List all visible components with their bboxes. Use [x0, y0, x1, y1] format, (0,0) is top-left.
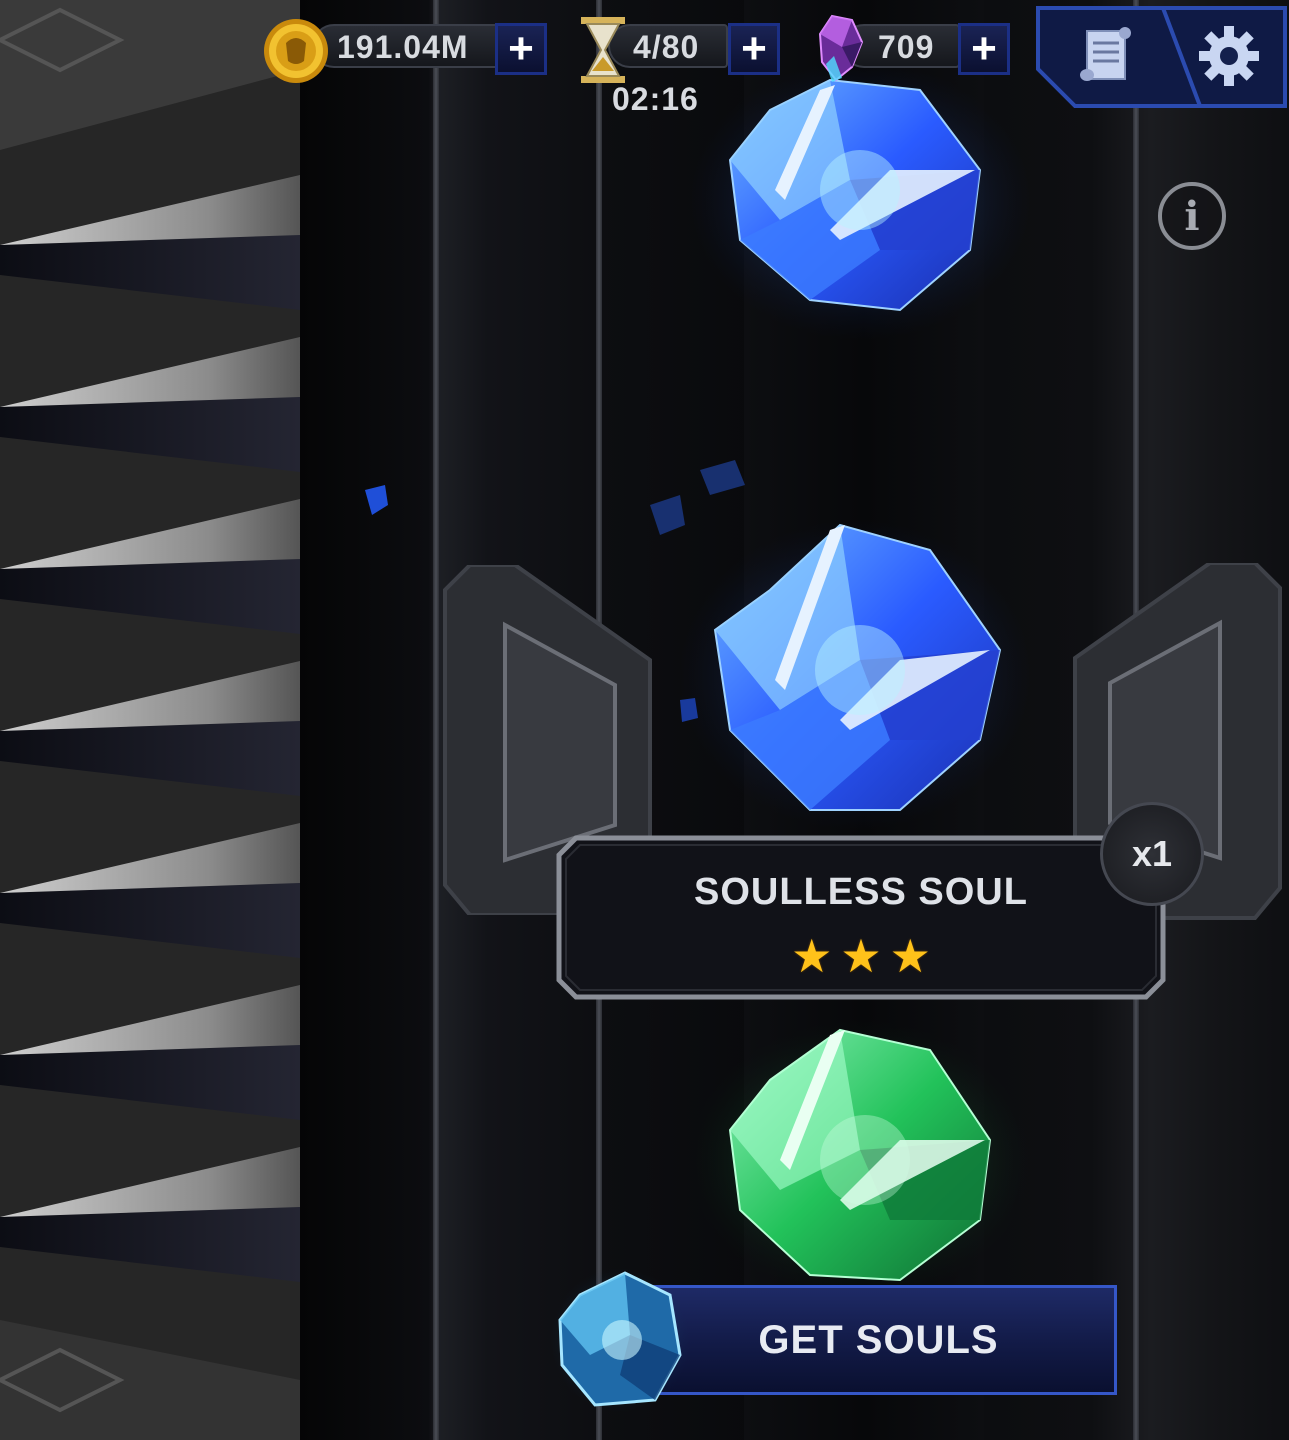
spiked-wall-background	[0, 0, 300, 1440]
gold-amount: 191.04M	[337, 29, 469, 65]
energy-timer: 02:16	[612, 81, 699, 117]
crystal-unit-icon	[818, 14, 864, 82]
add-units-button[interactable]: +	[958, 23, 1010, 75]
gold-coin-icon	[264, 19, 328, 83]
hourglass-icon	[581, 17, 625, 83]
green-crystal	[690, 1020, 1030, 1290]
blue-crystal-top	[690, 60, 1030, 340]
get-souls-label: GET SOULS	[758, 1317, 999, 1362]
star-icon: ★	[889, 929, 931, 983]
quests-button[interactable]	[1045, 8, 1163, 103]
add-energy-button[interactable]: +	[728, 23, 780, 75]
gear-icon	[1199, 25, 1259, 86]
units-amount: 709	[878, 29, 935, 65]
get-souls-button[interactable]: GET SOULS	[620, 1285, 1117, 1395]
info-icon: i	[1184, 192, 1200, 240]
add-gold-button[interactable]: +	[495, 23, 547, 75]
item-name: SOULLESS SOUL	[694, 871, 1028, 913]
star-icon: ★	[791, 929, 833, 983]
soul-crystal-button-icon	[550, 1268, 690, 1412]
info-button[interactable]: i	[1158, 182, 1226, 250]
item-info-panel: SOULLESS SOUL ★ ★ ★	[556, 835, 1166, 1000]
star-rating: ★ ★ ★	[556, 933, 1166, 979]
settings-button[interactable]	[1172, 8, 1286, 103]
energy-amount: 4/80	[633, 29, 700, 65]
star-icon: ★	[840, 929, 882, 983]
scroll-quests-icon	[1080, 26, 1131, 81]
quantity-badge: x1	[1100, 802, 1204, 906]
